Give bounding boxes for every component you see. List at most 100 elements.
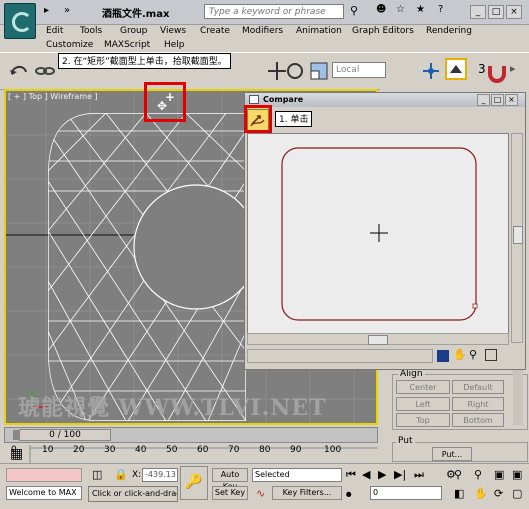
zoom-viewport-icon[interactable]: ⚲ [454, 468, 462, 481]
zoom-icon[interactable]: ⚲ [469, 348, 477, 361]
track-tick: 30 [104, 445, 116, 455]
play-icon[interactable]: ▶ [378, 468, 386, 481]
pan-view-icon[interactable]: ✋ [474, 487, 488, 500]
compare-window: Compare _ □ × ✋ ⚲ [244, 92, 526, 370]
maximize-viewport-icon[interactable]: ▢ [512, 487, 522, 500]
pick-cursor-icon: ✥ [157, 99, 168, 113]
menu-modifiers[interactable]: Modifiers [242, 26, 283, 36]
select-and-manipulate-button[interactable] [445, 58, 467, 80]
watermark-text: 琥能視覺 WWW.TLVI.NET [18, 395, 327, 421]
go-to-end-icon[interactable]: ⏭ [414, 468, 424, 482]
maximize-button[interactable]: □ [488, 5, 504, 19]
menu-maxscript[interactable]: MAXScript [104, 40, 150, 50]
set-key-mode-icon[interactable]: 🔑 [180, 466, 208, 500]
menu-group[interactable]: Group [120, 26, 147, 36]
track-tick: 20 [73, 445, 85, 455]
align-top-button[interactable]: Top [396, 413, 450, 427]
auto-key-button[interactable]: Auto Key [212, 468, 248, 491]
search-binoculars-icon[interactable]: ⚲ [350, 4, 358, 17]
key-mode-icon[interactable]: ⏺ [346, 488, 352, 502]
zoom-extents-viewport-icon[interactable]: ▣ [494, 468, 504, 481]
reference-coordinate-dropdown[interactable]: Local [332, 62, 386, 78]
menu-customize[interactable]: Customize [46, 40, 93, 50]
menu-bar-row2: Customize MAXScript Help [40, 40, 240, 52]
selection-set-dropdown[interactable]: Selected [252, 468, 342, 482]
fov-icon[interactable]: ◧ [454, 487, 464, 500]
toolbar-overflow-icon[interactable]: ▸ [510, 62, 516, 75]
pivot-icon[interactable] [420, 60, 442, 82]
menu-graph-editors[interactable]: Graph Editors [352, 26, 414, 36]
compare-close-button[interactable]: × [505, 94, 518, 106]
favorites-icon[interactable]: ☆ [396, 4, 405, 15]
key-tangent-icon[interactable]: ∿ [256, 487, 265, 500]
align-default-button[interactable]: Default [452, 380, 504, 394]
time-slider[interactable]: 0 / 100 [4, 427, 378, 443]
quick-access-arrow-icon[interactable]: ▸ [44, 5, 49, 16]
x-label: X: [132, 470, 142, 480]
key-filters-button[interactable]: Key Filters... [272, 486, 342, 500]
track-tick: 60 [197, 445, 209, 455]
curve-display-icon[interactable] [437, 350, 449, 362]
quick-access-arrow2-icon[interactable]: » [64, 5, 70, 16]
mini-listener-icon[interactable]: ▦ [10, 446, 23, 462]
go-to-start-icon[interactable]: ⏮ [346, 468, 356, 482]
set-key-button[interactable]: Set Key [212, 486, 248, 500]
align-center-button[interactable]: Center [396, 380, 450, 394]
app-logo-icon[interactable] [4, 3, 36, 39]
compare-status-field [247, 349, 433, 363]
magnet-icon[interactable] [486, 62, 508, 84]
current-frame-field[interactable]: 0 [370, 486, 442, 500]
rotate-icon[interactable] [284, 60, 306, 82]
menu-create[interactable]: Create [200, 26, 230, 36]
compare-maximize-button[interactable]: □ [491, 94, 504, 106]
star-icon[interactable]: ★ [416, 4, 425, 15]
compare-window-icon [249, 95, 259, 104]
pan-hand-icon[interactable]: ✋ [453, 348, 467, 361]
communication-icon[interactable]: ☻ [376, 4, 386, 15]
previous-frame-icon[interactable]: ◀ [362, 468, 370, 481]
compare-horizontal-scrollbar[interactable] [247, 333, 509, 345]
undo-icon[interactable] [8, 60, 30, 82]
track-tick: 80 [259, 445, 271, 455]
welcome-field: Welcome to MAX [6, 486, 82, 500]
menu-tools[interactable]: Tools [80, 26, 102, 36]
viewport-label[interactable]: [ + ] Top ] Wireframe ] [8, 92, 98, 101]
menu-edit[interactable]: Edit [46, 26, 63, 36]
prompt-line: Click or click-and-drag [88, 486, 178, 502]
callout-step1: 1. 单击 [275, 111, 313, 127]
put-button[interactable]: Put... [432, 447, 472, 461]
close-button[interactable]: × [506, 5, 522, 19]
lock-icon[interactable]: 🔒 [114, 468, 128, 481]
scale-icon[interactable] [308, 60, 330, 82]
align-right-button[interactable]: Right [452, 397, 504, 411]
compare-canvas[interactable] [247, 133, 509, 343]
menu-bar: Edit Tools Group Views Create Modifiers … [40, 24, 529, 40]
align-bottom-button[interactable]: Bottom [452, 413, 504, 427]
time-slider-thumb[interactable]: 0 / 100 [19, 429, 111, 441]
window-title: 酒瓶文件.max [102, 9, 170, 20]
align-title: Align [398, 369, 425, 379]
orbit-icon[interactable]: ⟳ [494, 487, 503, 500]
menu-rendering[interactable]: Rendering [426, 26, 472, 36]
next-frame-icon[interactable]: ▶| [394, 468, 406, 481]
menu-animation[interactable]: Animation [296, 26, 342, 36]
align-left-button[interactable]: Left [396, 397, 450, 411]
track-tick: 90 [290, 445, 302, 455]
put-title: Put [396, 436, 415, 446]
zoom-extents-icon[interactable] [485, 349, 497, 361]
minimize-button[interactable]: _ [470, 5, 486, 19]
menu-help[interactable]: Help [164, 40, 185, 50]
selection-icon[interactable]: ◫ [92, 468, 102, 481]
x-coordinate-field[interactable]: -439.13 [142, 468, 178, 482]
maxscript-listener-field[interactable] [6, 468, 82, 482]
search-input[interactable]: Type a keyword or phrase [204, 4, 344, 19]
compare-title: Compare [263, 95, 304, 104]
menu-views[interactable]: Views [160, 26, 186, 36]
compare-vertical-scrollbar[interactable] [511, 133, 523, 343]
help-icon[interactable]: ? [438, 4, 443, 15]
snap-toggle[interactable]: 3 [478, 62, 486, 76]
link-icon[interactable] [34, 60, 56, 82]
zoom-extents-all-icon[interactable]: ▣ [512, 468, 522, 481]
compare-minimize-button[interactable]: _ [477, 94, 490, 106]
zoom-all-icon[interactable]: ⚲ [474, 468, 482, 481]
